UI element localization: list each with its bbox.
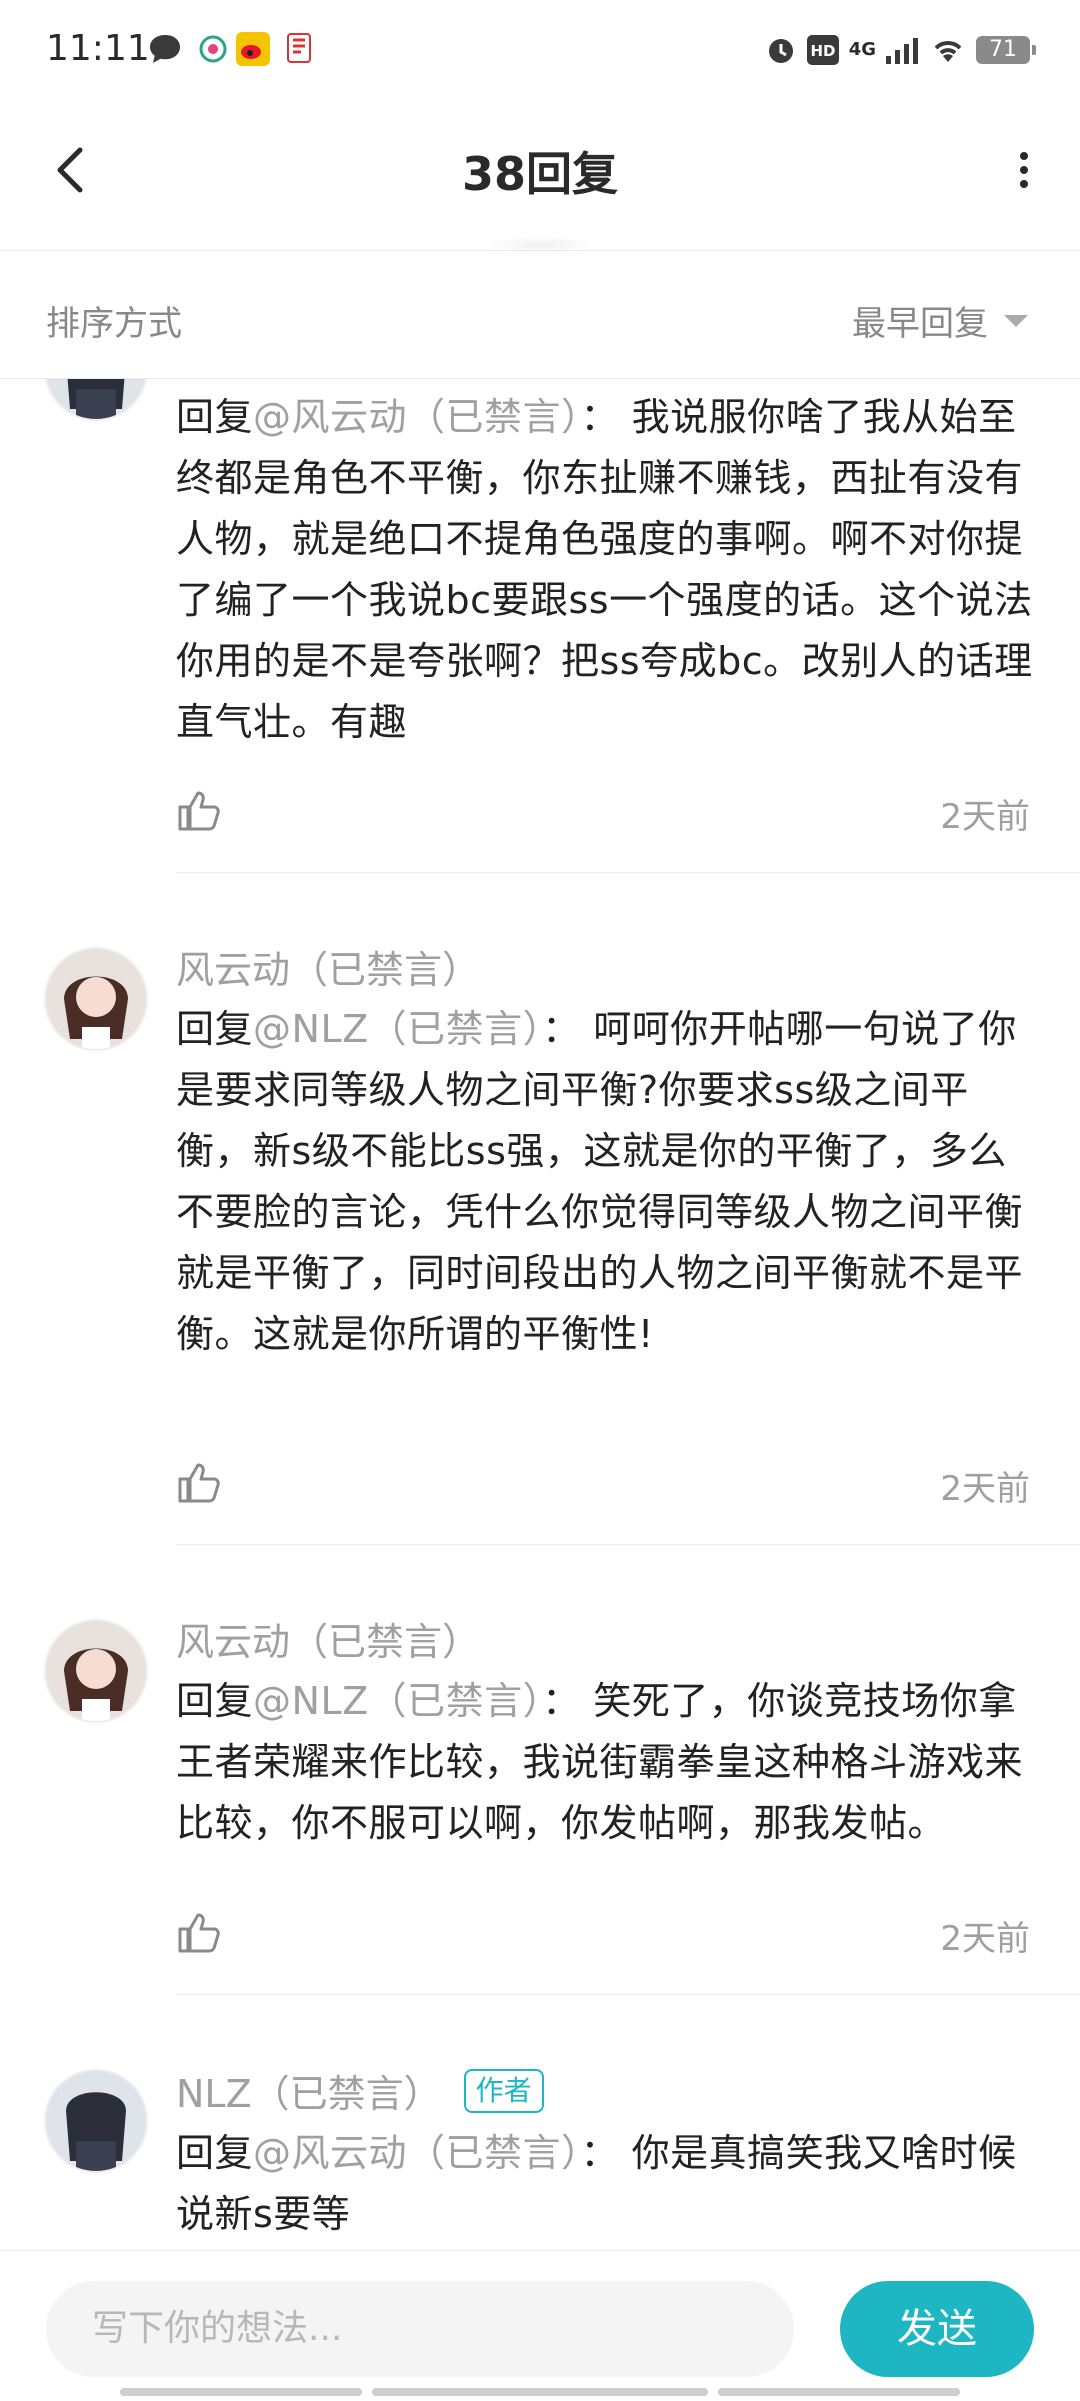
- divider: [176, 1994, 1080, 1995]
- sort-order-dropdown[interactable]: 最早回复: [852, 296, 1028, 345]
- reply-prefix: 回复: [176, 2131, 254, 2175]
- reply-content: 回复@风云动（已禁言）： 我说服你啥了我从始至终都是角色不平衡，你东扯赚不赚钱，…: [176, 387, 1036, 753]
- nav-indicator: [372, 2388, 708, 2396]
- reply-prefix: 回复: [176, 395, 254, 439]
- nav-indicator: [120, 2388, 362, 2396]
- author-badge: 作者: [463, 2068, 544, 2113]
- reply-content: 回复@NLZ（已禁言）： 笑死了，你谈竞技场你拿王者荣耀来作比较，我说街霸拳皇这…: [176, 1671, 1036, 1854]
- sort-selected-value: 最早回复: [852, 304, 988, 344]
- reply-author[interactable]: NLZ（已禁言） 作者: [176, 2063, 544, 2118]
- svg-text:HD: HD: [810, 42, 835, 60]
- divider: [176, 1544, 1080, 1545]
- reply-to-user[interactable]: @NLZ（已禁言）: [253, 1007, 542, 1051]
- reply-time: 2天前: [940, 797, 1030, 837]
- send-button[interactable]: 发送: [840, 2281, 1034, 2377]
- reply-time: 2天前: [940, 1919, 1030, 1959]
- alarm-icon: [768, 39, 793, 63]
- reply-author[interactable]: 风云动（已禁言）: [176, 1611, 480, 1666]
- battery-indicator: 71: [976, 36, 1036, 64]
- reply-content: 回复@风云动（已禁言）： 你是真搞笑我又啥时候说新s要等: [176, 2123, 1036, 2245]
- author-name: 风云动（已禁言）: [176, 948, 481, 992]
- reply-to-user[interactable]: @NLZ（已禁言）: [253, 1679, 542, 1723]
- hd-icon: HD: [806, 35, 839, 65]
- weibo-icon: [236, 32, 270, 66]
- game-app-icon: [286, 32, 312, 66]
- wifi-icon: [934, 41, 962, 62]
- reply-prefix: 回复: [176, 1007, 254, 1051]
- reply-separator: ：: [542, 1007, 581, 1051]
- avatar[interactable]: [46, 949, 146, 1049]
- author-name: NLZ（已禁言）: [176, 2072, 442, 2116]
- like-button[interactable]: [176, 1459, 222, 1505]
- reply-to-user[interactable]: @风云动（已禁言）: [253, 395, 581, 439]
- reply-prefix: 回复: [176, 1679, 254, 1723]
- reply-separator: ：: [580, 395, 620, 439]
- avatar[interactable]: [46, 1621, 146, 1721]
- reply-input[interactable]: 写下你的想法...: [46, 2281, 794, 2377]
- avatar[interactable]: [46, 2071, 146, 2171]
- reply-content: 回复@NLZ（已禁言）： 呵呵你开帖哪一句说了你是要求同等级人物之间平衡?你要求…: [176, 999, 1036, 1365]
- nav-indicator: [718, 2388, 960, 2396]
- title-bar: 38回复: [0, 100, 1080, 251]
- reply-input-bar: 写下你的想法... 发送: [0, 2250, 1080, 2401]
- reply-author[interactable]: 风云动（已禁言）: [176, 939, 480, 994]
- chat-notification-icon: [148, 32, 182, 66]
- reply-text: 我说服你啥了我从始至终都是角色不平衡，你东扯赚不赚钱，西扯有没有人物，就是绝口不…: [176, 395, 1033, 744]
- more-vertical-icon: [1020, 152, 1028, 188]
- sort-bar: 排序方式 最早回复: [0, 252, 1080, 379]
- reply-list[interactable]: 回复@风云动（已禁言）： 我说服你啥了我从始至终都是角色不平衡，你东扯赚不赚钱，…: [0, 379, 1080, 2250]
- reply-to-user[interactable]: @风云动（已禁言）: [253, 2131, 581, 2175]
- like-button[interactable]: [176, 787, 222, 833]
- app-notification-icon: [198, 32, 228, 66]
- network-type: 4G: [848, 39, 876, 60]
- like-button[interactable]: [176, 1909, 222, 1955]
- reply-text: 呵呵你开帖哪一句说了你是要求同等级人物之间平衡?你要求ss级之间平衡，新s级不能…: [176, 1007, 1024, 1356]
- reply-separator: ：: [580, 2131, 620, 2175]
- status-bar: 11:11 HD 4G 71: [0, 0, 1080, 100]
- sort-label: 排序方式: [46, 304, 182, 344]
- page-title: 38回复: [461, 147, 618, 201]
- divider: [176, 872, 1080, 873]
- reply-separator: ：: [542, 1679, 581, 1723]
- status-time: 11:11: [46, 28, 150, 69]
- more-options-button[interactable]: [1004, 140, 1044, 200]
- caret-down-icon: [1004, 314, 1028, 327]
- thumbs-up-icon: [178, 1913, 220, 1953]
- reply-time: 2天前: [940, 1469, 1030, 1509]
- signal-icon: [886, 38, 918, 64]
- avatar[interactable]: [46, 379, 146, 419]
- thumbs-up-icon: [178, 1463, 220, 1503]
- thumbs-up-icon: [178, 791, 220, 831]
- status-right-icons: HD 4G 71: [765, 30, 1036, 70]
- author-name: 风云动（已禁言）: [176, 1620, 481, 1664]
